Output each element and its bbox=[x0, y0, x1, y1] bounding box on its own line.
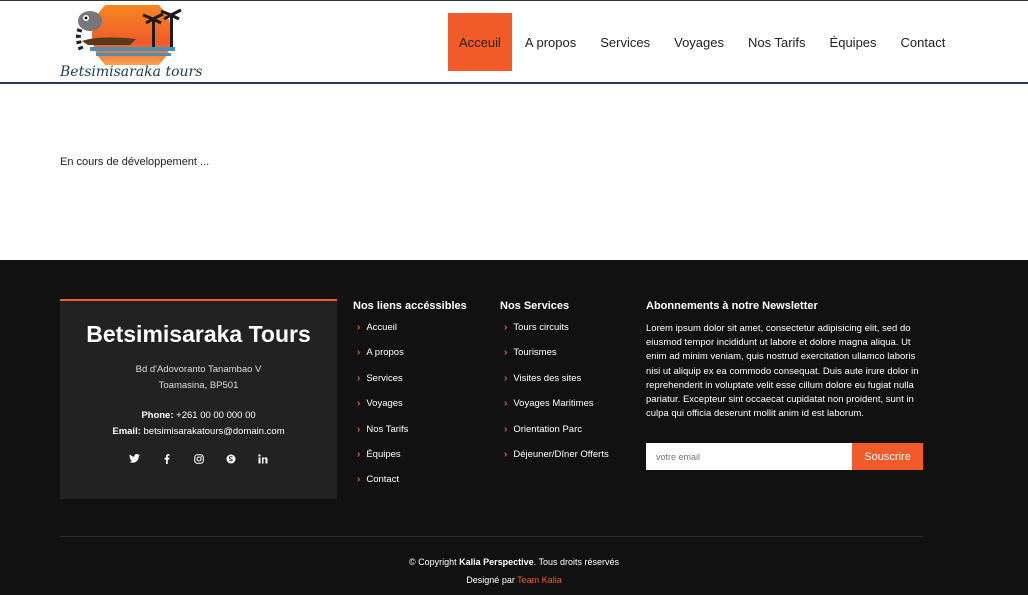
footer-services-list: › Tours circuits › Tourismes › Visites des … bbox=[500, 322, 640, 474]
footer-links-list: › Accueil › A propos › Services › Voyages › N… bbox=[353, 322, 493, 500]
skype-icon[interactable] bbox=[215, 454, 247, 464]
company-contact: Phone: +261 00 00 000 00 Email: betsimis… bbox=[60, 408, 337, 440]
service-link-visites[interactable]: › Visites des sites bbox=[500, 373, 640, 398]
site-footer: Betsimisaraka Tours Bd d'Adovoranto Tana… bbox=[0, 260, 1028, 595]
designer-link[interactable]: Team Kalia bbox=[517, 575, 562, 585]
service-link-orientation-parc[interactable]: › Orientation Parc bbox=[500, 424, 640, 449]
chevron-right-icon: › bbox=[504, 322, 508, 333]
footer-services-column: Nos Services › Tours circuits › Tourismes … bbox=[500, 300, 640, 474]
chevron-right-icon: › bbox=[504, 347, 508, 359]
logo-text: Betsimisaraka tours bbox=[60, 64, 203, 80]
newsletter-text: Lorem ipsum dolor sit amet, consectetur … bbox=[646, 323, 919, 420]
newsletter-form: Souscrire bbox=[646, 443, 923, 471]
footer-services-title: Nos Services bbox=[500, 300, 570, 312]
chevron-right-icon: › bbox=[357, 448, 361, 460]
nav-nos-tarifs[interactable]: Nos Tarifs bbox=[737, 13, 817, 71]
newsletter-title: Abonnements à notre Newsletter bbox=[646, 300, 818, 312]
copyright-company: Kalia Perspective bbox=[459, 557, 534, 567]
chevron-right-icon: › bbox=[357, 474, 361, 486]
footer-links-column: Nos liens accéssibles › Accueil › A propos… bbox=[353, 300, 493, 500]
email-value[interactable]: betsimisarakatours@domain.com bbox=[144, 426, 285, 437]
chevron-right-icon: › bbox=[357, 347, 361, 359]
copyright-text: © Copyright Kalia Perspective. Tous droi… bbox=[408, 557, 620, 567]
footer-link-a-propos[interactable]: › A propos bbox=[353, 347, 493, 372]
newsletter-email-input[interactable] bbox=[646, 443, 852, 471]
company-address: Bd d'Adovoranto Tanambao V Toamasina, BP… bbox=[60, 362, 337, 394]
chevron-right-icon: › bbox=[504, 448, 508, 460]
facebook-icon[interactable] bbox=[151, 454, 183, 464]
service-link-tourismes[interactable]: › Tourismes bbox=[500, 347, 640, 372]
designer-credit: Designé par Team Kalia bbox=[466, 575, 562, 585]
footer-link-contact[interactable]: › Contact bbox=[353, 474, 493, 499]
service-link-tours-circuits[interactable]: › Tours circuits bbox=[500, 322, 640, 347]
footer-divider bbox=[60, 536, 923, 537]
social-links bbox=[60, 454, 337, 464]
subscribe-button[interactable]: Souscrire bbox=[852, 443, 923, 471]
address-line-2: Toamasina, BP501 bbox=[158, 380, 239, 391]
twitter-icon[interactable] bbox=[119, 454, 151, 464]
address-line-1: Bd d'Adovoranto Tanambao V bbox=[135, 364, 262, 375]
nav-acceuil[interactable]: Acceuil bbox=[448, 13, 512, 71]
company-name: Betsimisaraka Tours bbox=[86, 321, 311, 347]
footer-link-accueil[interactable]: › Accueil bbox=[353, 322, 493, 347]
main-content: En cours de développement ... bbox=[0, 84, 1028, 260]
nav-services[interactable]: Services bbox=[589, 13, 661, 71]
footer-link-nos-tarifs[interactable]: › Nos Tarifs bbox=[353, 424, 493, 449]
status-message: En cours de développement ... bbox=[60, 156, 210, 168]
service-link-voyages-maritimes[interactable]: › Voyages Maritimes bbox=[500, 398, 640, 423]
chevron-right-icon: › bbox=[504, 398, 508, 410]
nav-equipes[interactable]: Équipes bbox=[819, 13, 888, 71]
service-link-dejeuner-diner[interactable]: › Déjeuner/Dîner Offerts bbox=[500, 449, 640, 474]
chevron-right-icon: › bbox=[357, 322, 361, 333]
instagram-icon[interactable] bbox=[183, 454, 215, 464]
main-nav: Acceuil A propos Services Voyages Nos Ta… bbox=[448, 13, 956, 71]
phone-label: Phone: bbox=[141, 410, 174, 421]
chevron-right-icon: › bbox=[357, 423, 361, 435]
linkedin-icon[interactable] bbox=[247, 454, 279, 464]
phone-value: +261 00 00 000 00 bbox=[176, 410, 256, 421]
email-label: Email: bbox=[112, 426, 141, 437]
nav-voyages[interactable]: Voyages bbox=[663, 13, 735, 71]
chevron-right-icon: › bbox=[357, 398, 361, 410]
footer-link-equipes[interactable]: › Équipes bbox=[353, 449, 493, 474]
chevron-right-icon: › bbox=[357, 372, 361, 384]
company-card: Betsimisaraka Tours Bd d'Adovoranto Tana… bbox=[60, 299, 337, 499]
footer-link-services[interactable]: › Services bbox=[353, 373, 493, 398]
nav-contact[interactable]: Contact bbox=[890, 13, 957, 71]
site-header: Betsimisaraka tours Acceuil A propos Ser… bbox=[0, 1, 1028, 84]
newsletter-column: Abonnements à notre Newsletter Lorem ips… bbox=[646, 300, 923, 471]
chevron-right-icon: › bbox=[504, 423, 508, 435]
chevron-right-icon: › bbox=[504, 372, 508, 384]
nav-a-propos[interactable]: A propos bbox=[514, 13, 587, 71]
site-logo[interactable]: Betsimisaraka tours bbox=[60, 5, 202, 81]
footer-links-title: Nos liens accéssibles bbox=[353, 300, 467, 312]
footer-link-voyages[interactable]: › Voyages bbox=[353, 398, 493, 423]
logo-sunset-icon bbox=[75, 5, 182, 65]
